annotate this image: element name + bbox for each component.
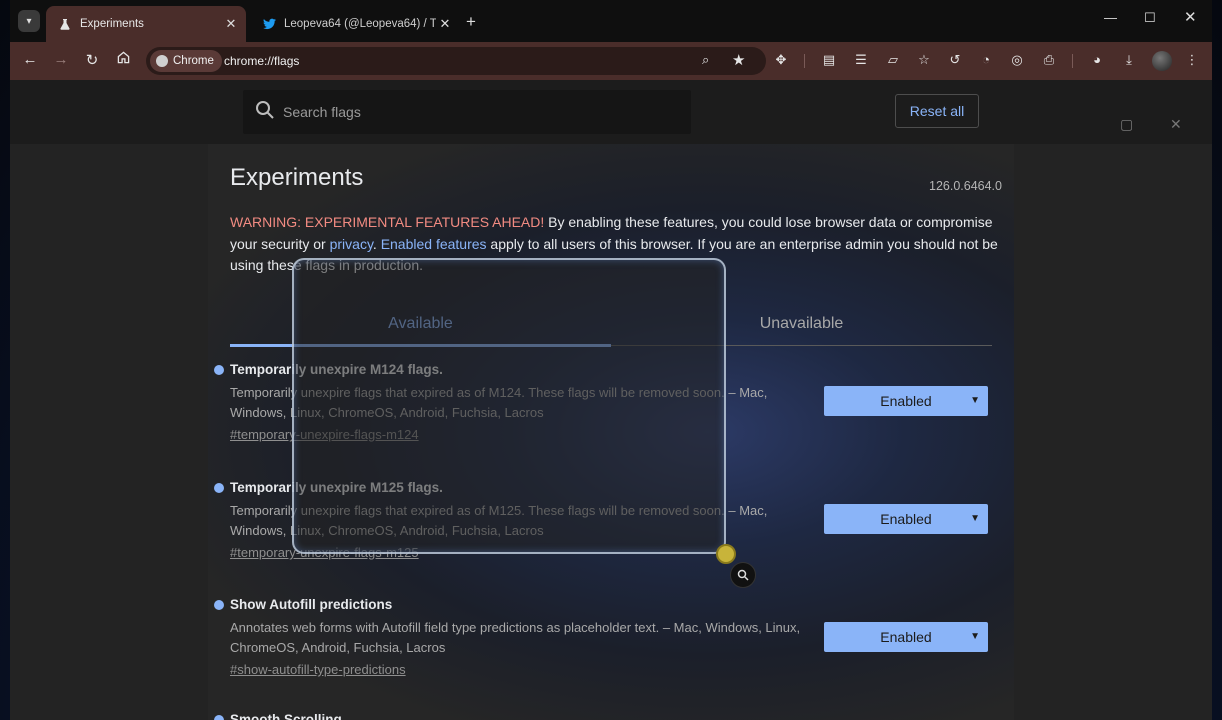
privacy-link[interactable]: privacy [330,236,373,252]
search-box[interactable] [243,90,691,134]
address-bar[interactable]: Chrome chrome://flags ⌕ ★ [146,47,766,75]
magnifier-lens[interactable] [292,258,726,554]
lens-resize-handle[interactable] [716,544,736,564]
minimize-icon[interactable]: — [1104,10,1117,25]
flag-description: Annotates web forms with Autofill field … [230,620,801,655]
back-arrow-icon[interactable]: ← [20,51,40,68]
search-input[interactable] [283,101,663,123]
search-icon [256,101,274,119]
history-icon[interactable]: ↺ [946,52,964,68]
toolbar-separator [1072,54,1073,68]
flag-anchor-link[interactable]: #show-autofill-type-predictions [230,662,1000,677]
forward-arrow-icon[interactable]: → [51,51,71,68]
modified-dot [214,715,224,720]
zoom-icon[interactable]: ⌕ [702,52,709,68]
page-title: Experiments [230,164,364,191]
browser-toolbar: ← → ↻ Chrome chrome://flags ⌕ ★ ✥ ▤ ☰ ▱ … [10,42,1212,80]
feedback-icon[interactable]: ▢ [1120,116,1133,133]
close-tab-icon[interactable]: ✕ [436,16,454,32]
version-label: 126.0.6464.0 [929,179,1002,193]
tab-search-button[interactable]: ▾ [18,10,40,32]
reading-list-icon[interactable]: ☰ [852,52,870,68]
flask-icon [58,17,72,31]
tab-groups-icon[interactable]: ▱ [884,52,902,68]
flag-state-select[interactable]: Enabled ▼ [824,622,988,652]
reset-all-button[interactable]: Reset all [895,94,979,128]
twitter-bird-icon [262,17,276,31]
flag-name: Smooth Scrolling [230,712,342,720]
screenshot-icon[interactable]: ◎ [1008,52,1026,68]
close-window-icon[interactable]: ✕ [1184,8,1197,26]
tab-strip: ▾ Experiments ✕ Leopeva64 (@Leopeva64) /… [10,0,1212,42]
modified-dot [214,600,224,610]
tab-twitter[interactable]: Leopeva64 (@Leopeva64) / Twi ✕ [250,6,460,42]
url-text: chrome://flags [224,54,300,68]
flag-item: Show Autofill predictions Annotates web … [214,597,1000,677]
warning-strong: WARNING: EXPERIMENTAL FEATURES AHEAD! [230,214,545,230]
modified-dot [214,483,224,493]
select-value: Enabled [880,629,932,645]
chevron-down-icon: ▼ [970,395,980,406]
flag-state-select[interactable]: Enabled ▼ [824,504,988,534]
magnifier-icon [737,569,749,581]
modified-dot [214,365,224,375]
magnifier-zoom-button[interactable] [730,562,756,588]
reload-icon[interactable]: ↻ [82,51,102,69]
chevron-down-icon: ▼ [970,631,980,642]
flag-name: Show Autofill predictions [230,597,393,612]
flag-item: Smooth Scrolling [214,712,1000,720]
chip-label: Chrome [173,55,214,67]
flags-header: Reset all ▢ ✕ [10,80,1212,144]
select-value: Enabled [880,393,932,409]
site-info-chip[interactable]: Chrome [150,50,222,72]
maximize-icon[interactable]: ☐ [1144,10,1156,26]
tab-title: Experiments [80,18,144,30]
performance-icon[interactable]: ◔ [977,52,995,67]
chevron-down-icon: ▼ [970,513,980,524]
bookmark-star-icon[interactable]: ★ [732,51,745,69]
more-menu-icon[interactable]: ⋮ [1183,52,1201,68]
download-icon[interactable]: ⤓ [1120,52,1138,68]
chevron-down-icon: ▾ [26,15,32,27]
close-tab-icon[interactable]: ✕ [222,16,240,32]
new-tab-icon[interactable]: + [466,12,476,32]
extensions-icon[interactable]: ✥ [772,52,790,68]
speed-dashboard-icon[interactable]: ◕ [1088,52,1106,67]
chrome-logo-icon [156,55,168,67]
profile-avatar[interactable] [1152,51,1172,71]
print-icon[interactable]: ⎙ [1040,52,1058,68]
tab-title: Leopeva64 (@Leopeva64) / Twi [284,18,436,30]
favorites-icon[interactable]: ☆ [915,52,933,68]
flag-state-select[interactable]: Enabled ▼ [824,386,988,416]
tab-experiments[interactable]: Experiments ✕ [46,6,246,42]
home-icon[interactable] [113,51,133,68]
close-icon[interactable]: ✕ [1170,116,1182,133]
reading-mode-icon[interactable]: ▤ [820,52,838,68]
warning-part2: . [372,235,381,252]
toolbar-separator [804,54,805,68]
select-value: Enabled [880,511,932,527]
enabled-features-link[interactable]: Enabled features [381,236,487,252]
